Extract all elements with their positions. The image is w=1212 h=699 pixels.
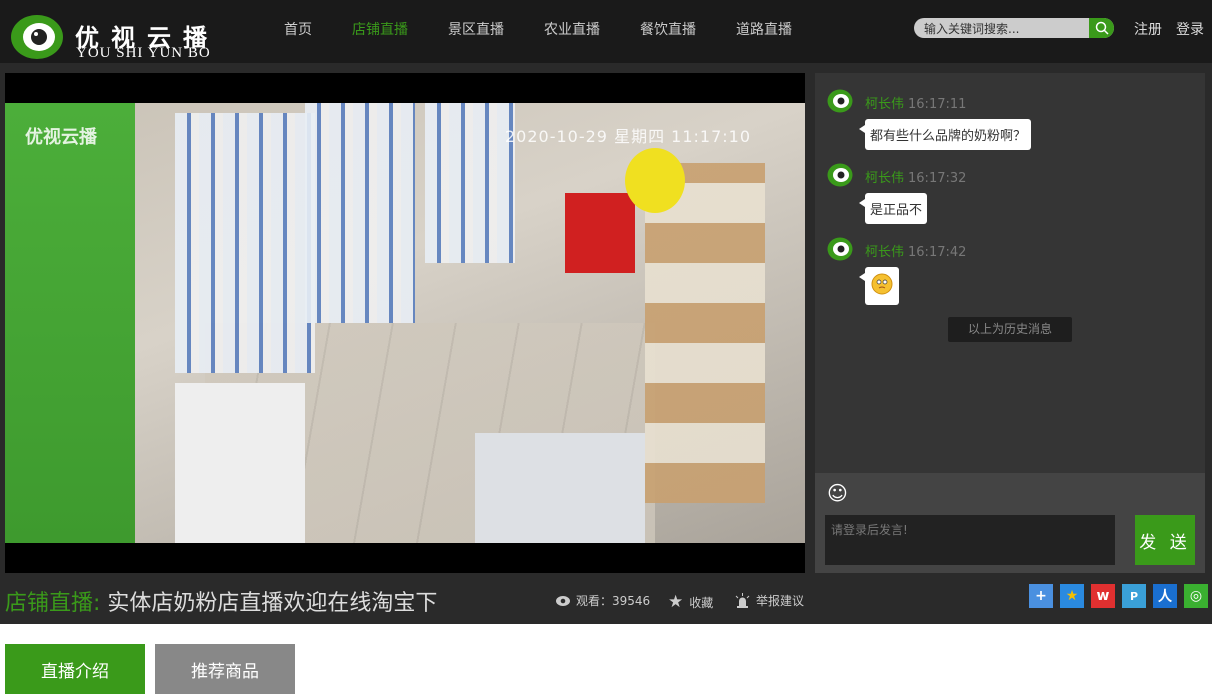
- avatar: [827, 237, 853, 261]
- eye-icon: [556, 595, 570, 606]
- tab-live-intro[interactable]: 直播介绍: [5, 644, 145, 694]
- favorite-label: 收藏: [689, 595, 714, 610]
- tencent-weibo-icon[interactable]: P: [1122, 584, 1146, 608]
- shy-face-emoji-icon: [871, 273, 893, 295]
- green-wall: [5, 103, 135, 543]
- chat-time: 16:17:11: [908, 97, 967, 112]
- search-button[interactable]: [1089, 18, 1114, 38]
- stream-title-text: 实体店奶粉店直播欢迎在线淘宝下: [107, 591, 438, 616]
- nav-agri-live[interactable]: 农业直播: [544, 19, 600, 39]
- register-link[interactable]: 注册: [1134, 19, 1162, 39]
- chat-bubble: 都有些什么品牌的奶粉啊？: [858, 119, 1032, 150]
- weibo-icon[interactable]: w: [1091, 584, 1115, 608]
- shelf: [425, 103, 515, 263]
- counter: [175, 383, 305, 543]
- video-watermark: 优视云播: [25, 127, 97, 148]
- emoji-smile-icon[interactable]: ☺: [827, 481, 848, 505]
- chat-panel: 柯长伟 16:17:11 都有些什么品牌的奶粉啊？ 柯长伟 16:17:32 是正品…: [815, 73, 1205, 473]
- search-box: [914, 18, 1114, 38]
- chat-input[interactable]: [825, 515, 1115, 565]
- chat-username: 柯长伟: [865, 245, 905, 260]
- view-count: 观看：39546: [556, 592, 650, 609]
- share-buttons: + ★ w P 人 ◎: [1029, 584, 1208, 608]
- alarm-light-icon: [735, 593, 750, 608]
- avatar: [827, 163, 853, 187]
- freezer: [475, 433, 645, 543]
- video-frame: 优视云播 2020-10-29 星期四 11:17:10: [5, 103, 805, 543]
- history-divider: 以上为历史消息: [948, 317, 1072, 342]
- login-link[interactable]: 登录: [1176, 19, 1204, 39]
- stream-info-bar: 店铺直播: 实体店奶粉店直播欢迎在线淘宝下 观看：39546 ★ 收藏 举报建议…: [0, 573, 1212, 624]
- chat-compose: ☺ 发 送: [815, 473, 1205, 573]
- logo-subtext: YOU SHI YUN BO: [76, 45, 211, 61]
- search-icon: [1095, 21, 1109, 35]
- chat-bubble: [859, 267, 899, 305]
- main-nav: 首页 店铺直播 景区直播 农业直播 餐饮直播 道路直播: [284, 19, 832, 39]
- chat-username: 柯长伟: [865, 97, 905, 112]
- shelf: [645, 163, 765, 503]
- nav-shop-live[interactable]: 店铺直播: [352, 19, 408, 39]
- view-count-text: 观看：39546: [576, 594, 651, 608]
- favorite-button[interactable]: ★ 收藏: [668, 592, 713, 612]
- search-input[interactable]: [914, 19, 1084, 38]
- stream-category: 店铺直播:: [5, 591, 101, 616]
- chat-bubble: 是正品不: [858, 193, 928, 224]
- qzone-icon[interactable]: ★: [1060, 584, 1084, 608]
- chat-time: 16:17:42: [908, 245, 967, 260]
- video-timestamp: 2020-10-29 星期四 11:17:10: [505, 127, 752, 146]
- video-player[interactable]: 优视云播 2020-10-29 星期四 11:17:10: [5, 73, 805, 573]
- nav-road-live[interactable]: 道路直播: [736, 19, 792, 39]
- content-tabs: 直播介绍 推荐商品: [5, 644, 295, 694]
- report-label: 举报建议: [756, 594, 805, 608]
- shelf: [175, 113, 315, 373]
- send-button[interactable]: 发 送: [1135, 515, 1195, 565]
- tab-recommended-products[interactable]: 推荐商品: [155, 644, 295, 694]
- share-more-icon[interactable]: +: [1029, 584, 1053, 608]
- shelf: [305, 103, 415, 323]
- flag: [565, 193, 635, 273]
- chat-username: 柯长伟: [865, 171, 905, 186]
- header: 优视云播 YOU SHI YUN BO 首页 店铺直播 景区直播 农业直播 餐饮…: [0, 0, 1212, 63]
- nav-home[interactable]: 首页: [284, 19, 312, 39]
- stream-title: 店铺直播: 实体店奶粉店直播欢迎在线淘宝下: [5, 585, 437, 617]
- logo-eye-icon[interactable]: [10, 13, 64, 61]
- nav-scenic-live[interactable]: 景区直播: [448, 19, 504, 39]
- chat-time: 16:17:32: [908, 171, 967, 186]
- balloon: [625, 148, 685, 213]
- renren-icon[interactable]: 人: [1153, 584, 1177, 608]
- report-button[interactable]: 举报建议: [735, 592, 804, 609]
- nav-food-live[interactable]: 餐饮直播: [640, 19, 696, 39]
- star-icon: ★: [668, 592, 684, 612]
- wechat-icon[interactable]: ◎: [1184, 584, 1208, 608]
- live-room: 优视云播 2020-10-29 星期四 11:17:10 柯长伟 16:17:11…: [0, 63, 1212, 624]
- avatar: [827, 89, 853, 113]
